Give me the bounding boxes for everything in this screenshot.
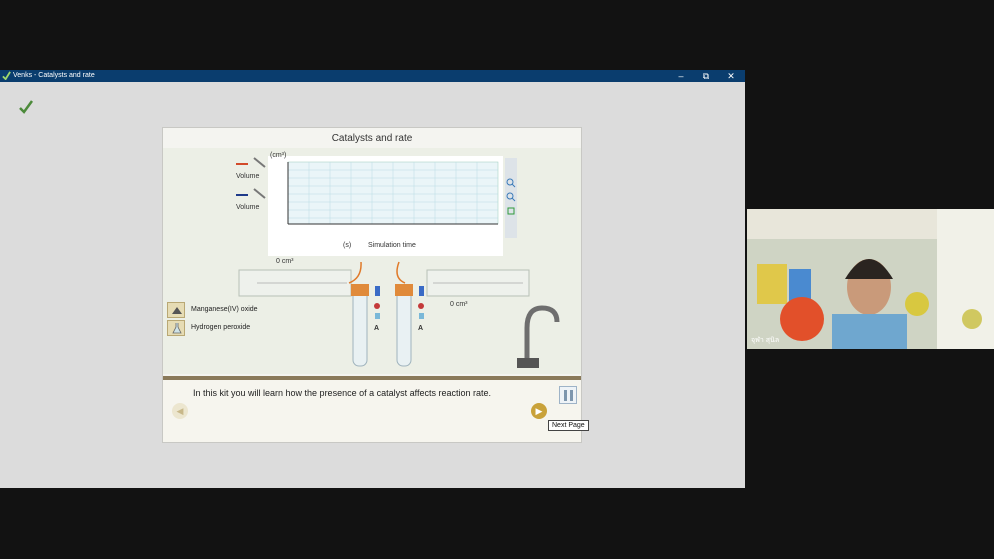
legend-swatch-blue (236, 194, 248, 196)
reset-icon[interactable] (506, 206, 516, 216)
next-page-button[interactable]: ▶ (531, 403, 547, 419)
pipette-icon[interactable] (253, 157, 267, 169)
triangle-icon (172, 307, 182, 314)
pause-button[interactable] (559, 386, 577, 404)
close-button[interactable]: ✕ (720, 70, 742, 82)
graph-grid (287, 161, 499, 225)
app-window: Venks - Catalysts and rate – ⧉ ✕ Catalys… (0, 70, 745, 488)
manganese-oxide-label: Manganese(IV) oxide (191, 306, 258, 313)
legend-label-2: Volume (236, 204, 260, 211)
caption-area: In this kit you will learn how the prese… (163, 376, 581, 442)
zoom-out-icon[interactable] (506, 192, 516, 202)
minimize-button[interactable]: – (670, 70, 692, 82)
x-axis-label: Simulation time (368, 242, 416, 249)
manganese-oxide-button[interactable] (167, 302, 185, 318)
app-logo-icon (2, 71, 11, 80)
previous-page-button[interactable]: ◀ (172, 403, 188, 419)
checkmark-icon[interactable] (17, 98, 35, 116)
webcam-feed-image (747, 209, 994, 349)
simulation-title: Catalysts and rate (331, 133, 413, 144)
title-bar: Venks - Catalysts and rate – ⧉ ✕ (0, 70, 745, 82)
window-title: Venks - Catalysts and rate (13, 72, 95, 79)
pause-icon (564, 390, 573, 401)
flask-icon (172, 323, 182, 334)
tube-label-right: A (418, 325, 424, 332)
caption-text: In this kit you will learn how the prese… (193, 388, 491, 398)
apparatus (238, 261, 560, 368)
hydrogen-peroxide-label: Hydrogen peroxide (191, 324, 251, 331)
right-volume-readout: 0 cm³ (450, 301, 468, 308)
legend-swatch-red (236, 163, 248, 165)
simulation-panel: Catalysts and rate Volume Volume (cm³) (… (162, 127, 582, 443)
webcam-video: จุฬา สุนิล (747, 209, 994, 349)
x-axis-unit: (s) (343, 242, 352, 249)
left-volume-readout: 0 cm³ (276, 258, 294, 265)
zoom-in-icon[interactable] (506, 178, 516, 188)
tube-label-left: A (374, 325, 380, 332)
graph-toolbar[interactable] (505, 158, 517, 238)
webcam-participant-name: จุฬา สุนิล (751, 337, 780, 344)
volume-graph: (cm³) (s) Simulation time (268, 152, 503, 256)
pipette-icon[interactable] (253, 188, 267, 200)
hydrogen-peroxide-button[interactable] (167, 320, 185, 336)
legend-label-1: Volume (236, 173, 260, 180)
restore-button[interactable]: ⧉ (695, 70, 717, 82)
next-page-tooltip: Next Page (548, 420, 589, 431)
